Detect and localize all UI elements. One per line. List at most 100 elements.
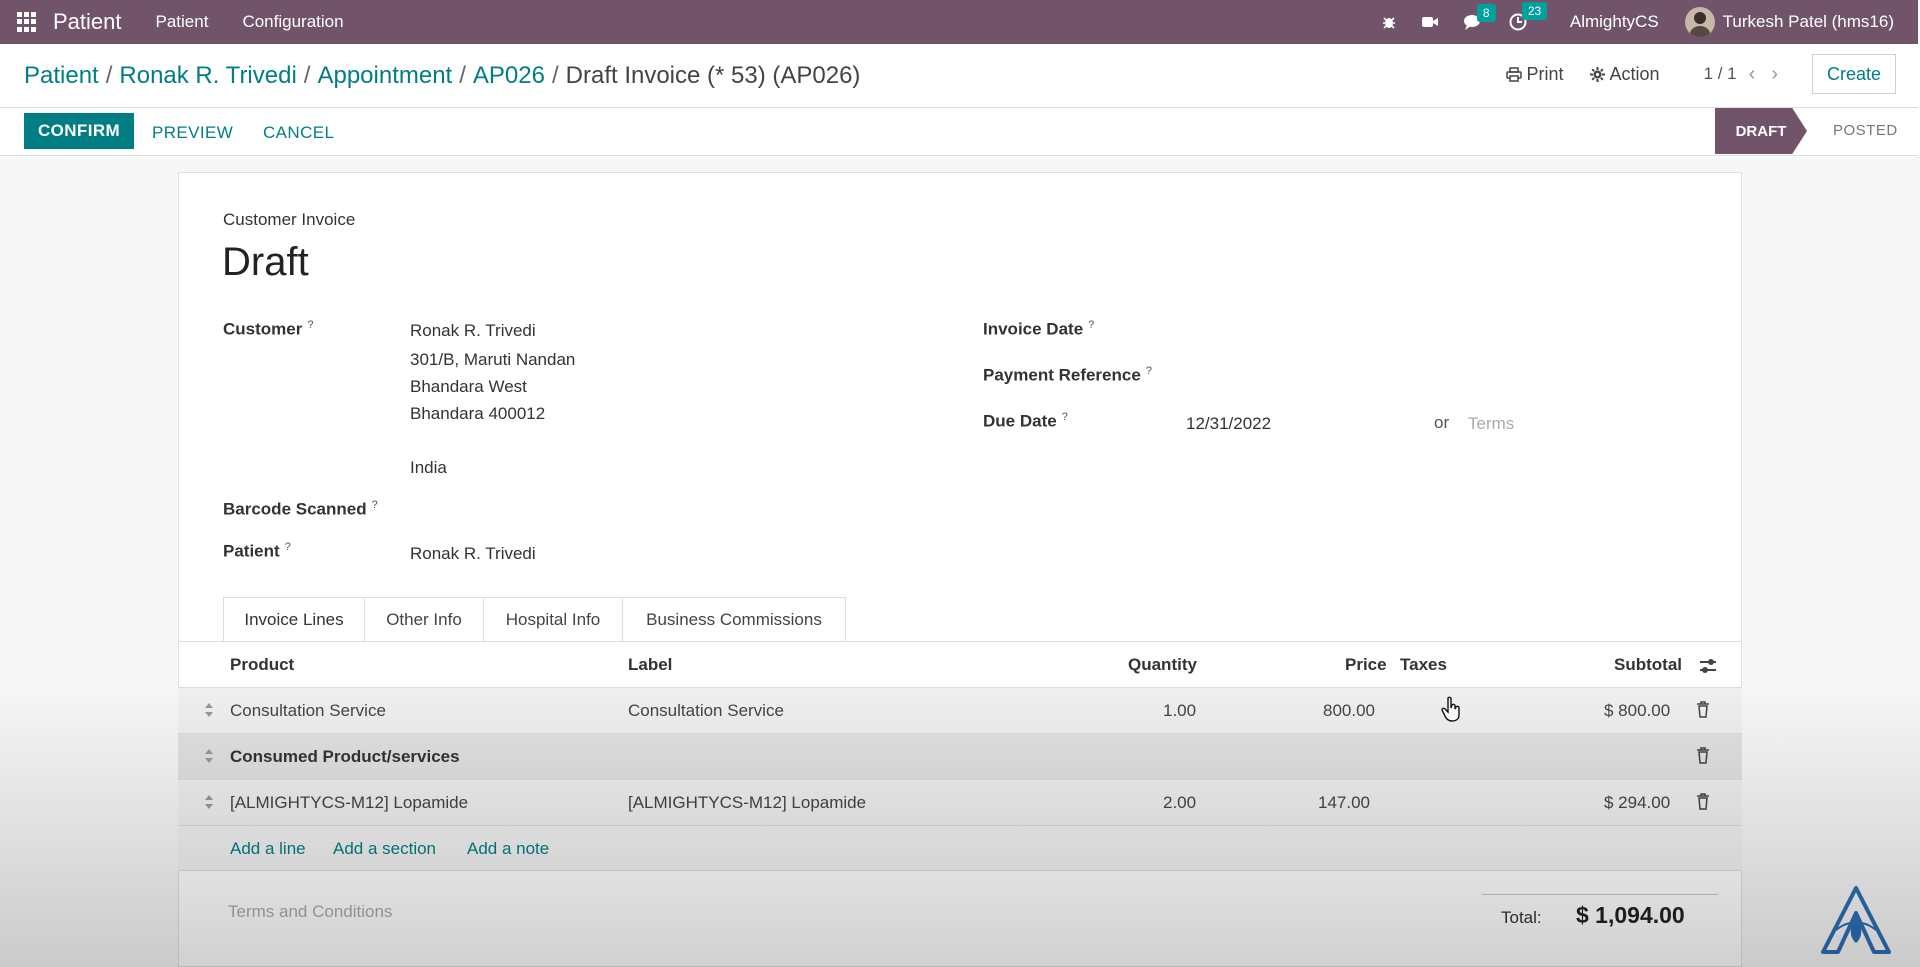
column-label[interactable]: Label bbox=[628, 655, 672, 675]
user-menu[interactable]: Turkesh Patel (hms16) bbox=[1723, 12, 1894, 32]
breadcrumb-appointment[interactable]: Appointment bbox=[317, 62, 452, 89]
messages-icon[interactable]: 8 bbox=[1463, 3, 1496, 31]
table-row[interactable]: [ALMIGHTYCS-M12] Lopamide [ALMIGHTYCS-M1… bbox=[178, 779, 1742, 825]
gear-icon bbox=[1589, 66, 1605, 82]
customer-name[interactable]: Ronak R. Trivedi bbox=[410, 321, 536, 341]
table-section-row[interactable]: Consumed Product/services bbox=[178, 733, 1742, 779]
payment-terms-field[interactable]: Terms bbox=[1468, 414, 1514, 434]
drag-handle-icon[interactable] bbox=[204, 747, 214, 765]
cancel-button[interactable]: CANCEL bbox=[263, 123, 334, 143]
notebook-tabs: Invoice Lines Other Info Hospital Info B… bbox=[223, 597, 846, 642]
section-title: Consumed Product/services bbox=[230, 747, 460, 766]
row-quantity: 1.00 bbox=[1163, 701, 1197, 720]
invoice-date-label-text: Invoice Date bbox=[983, 319, 1084, 339]
customer-label: Customer? bbox=[223, 319, 313, 340]
printer-icon bbox=[1505, 66, 1522, 82]
chevron-left-icon[interactable]: ‹ bbox=[1749, 63, 1756, 86]
invoice-state-title: Draft bbox=[222, 240, 309, 284]
apps-grid-icon[interactable] bbox=[17, 12, 37, 32]
help-icon[interactable]: ? bbox=[1146, 365, 1152, 377]
debug-icon[interactable] bbox=[1381, 14, 1397, 30]
patient-label-text: Patient bbox=[223, 541, 280, 561]
add-section-link[interactable]: Add a section bbox=[333, 839, 436, 859]
tab-hospital-info[interactable]: Hospital Info bbox=[483, 597, 623, 642]
tab-business-commissions[interactable]: Business Commissions bbox=[622, 597, 846, 642]
video-icon[interactable] bbox=[1421, 15, 1439, 29]
breadcrumb-appointment-record[interactable]: AP026 bbox=[473, 62, 545, 89]
menu-configuration[interactable]: Configuration bbox=[242, 12, 343, 32]
help-icon[interactable]: ? bbox=[372, 499, 378, 511]
user-avatar[interactable] bbox=[1684, 7, 1715, 37]
breadcrumb: Patient / Ronak R. Trivedi / Appointment / AP0… bbox=[24, 62, 860, 90]
status-posted[interactable]: POSTED bbox=[1833, 122, 1898, 139]
row-product: Consultation Service bbox=[230, 701, 386, 720]
help-icon[interactable]: ? bbox=[1062, 411, 1068, 423]
breadcrumb-patient-record[interactable]: Ronak R. Trivedi bbox=[119, 62, 296, 89]
action-button[interactable]: Action bbox=[1589, 64, 1660, 85]
breadcrumb-current: Draft Invoice (* 53) (AP026) bbox=[565, 62, 861, 89]
trash-icon[interactable] bbox=[1696, 747, 1710, 764]
breadcrumb-separator: / bbox=[551, 62, 559, 89]
patient-label: Patient? bbox=[223, 541, 291, 562]
column-subtotal[interactable]: Subtotal bbox=[1614, 655, 1682, 675]
chevron-right-icon[interactable]: › bbox=[1771, 63, 1778, 86]
column-product[interactable]: Product bbox=[230, 655, 294, 675]
drag-handle-icon[interactable] bbox=[204, 701, 214, 719]
terms-conditions-field[interactable]: Terms and Conditions bbox=[228, 902, 392, 922]
print-button[interactable]: Print bbox=[1505, 64, 1564, 85]
add-line-link[interactable]: Add a line bbox=[230, 839, 306, 859]
help-icon[interactable]: ? bbox=[307, 319, 313, 331]
customer-address-line: 301/B, Maruti Nandan bbox=[410, 350, 576, 369]
create-button[interactable]: Create bbox=[1812, 54, 1896, 94]
row-label: Consultation Service bbox=[628, 701, 784, 720]
tab-invoice-lines[interactable]: Invoice Lines bbox=[223, 597, 365, 642]
due-date-label: Due Date? bbox=[983, 411, 1068, 432]
optional-columns-icon[interactable] bbox=[1699, 658, 1717, 674]
row-price: 800.00 bbox=[1323, 701, 1375, 720]
trash-icon[interactable] bbox=[1696, 793, 1710, 810]
preview-button[interactable]: PREVIEW bbox=[152, 123, 233, 143]
due-date-label-text: Due Date bbox=[983, 411, 1057, 431]
table-row[interactable]: Consultation Service Consultation Servic… bbox=[178, 687, 1742, 733]
row-subtotal: $ 294.00 bbox=[1604, 793, 1671, 812]
barcode-label-text: Barcode Scanned bbox=[223, 499, 367, 519]
help-icon[interactable]: ? bbox=[1088, 319, 1094, 331]
drag-handle-icon[interactable] bbox=[204, 793, 214, 811]
total-label: Total: bbox=[1501, 908, 1542, 927]
row-product: [ALMIGHTYCS-M12] Lopamide bbox=[230, 793, 469, 812]
tab-divider bbox=[178, 641, 1742, 642]
column-price[interactable]: Price bbox=[1345, 655, 1387, 675]
due-date-field[interactable]: 12/31/2022 bbox=[1186, 414, 1271, 434]
or-separator: or bbox=[1434, 413, 1450, 432]
control-actions: Print Action 1 / 1 ‹ › Create bbox=[1505, 54, 1896, 94]
tab-other-info[interactable]: Other Info bbox=[364, 597, 484, 642]
activities-icon[interactable]: 23 bbox=[1508, 2, 1548, 32]
confirm-button[interactable]: CONFIRM bbox=[24, 113, 134, 149]
menu-patient[interactable]: Patient bbox=[156, 12, 209, 32]
payment-reference-label: Payment Reference? bbox=[983, 365, 1152, 386]
barcode-label: Barcode Scanned? bbox=[223, 499, 378, 520]
help-icon[interactable]: ? bbox=[285, 541, 291, 553]
pager-value[interactable]: 1 / 1 bbox=[1704, 64, 1737, 84]
breadcrumb-separator: / bbox=[459, 62, 466, 89]
top-navbar: Patient Patient Configuration 8 23 Almig… bbox=[0, 0, 1918, 44]
column-taxes[interactable]: Taxes bbox=[1400, 655, 1447, 675]
row-label: [ALMIGHTYCS-M12] Lopamide bbox=[628, 793, 867, 812]
patient-field[interactable]: Ronak R. Trivedi bbox=[410, 544, 536, 564]
company-switcher[interactable]: AlmightyCS bbox=[1570, 12, 1659, 32]
messages-count-badge: 8 bbox=[1476, 3, 1496, 22]
add-note-link[interactable]: Add a note bbox=[467, 839, 549, 859]
status-draft[interactable]: DRAFT bbox=[1715, 108, 1807, 154]
add-actions-row: Add a line Add a section Add a note bbox=[178, 825, 1742, 871]
activities-count-badge: 23 bbox=[1521, 2, 1548, 20]
app-window: Patient Patient Configuration 8 23 Almig… bbox=[0, 0, 1920, 967]
status-bar: CONFIRM PREVIEW CANCEL DRAFT POSTED bbox=[0, 108, 1918, 156]
payment-reference-label-text: Payment Reference bbox=[983, 365, 1141, 385]
total-divider bbox=[1482, 894, 1718, 895]
column-quantity[interactable]: Quantity bbox=[1128, 655, 1197, 675]
trash-icon[interactable] bbox=[1696, 701, 1710, 718]
row-quantity: 2.00 bbox=[1163, 793, 1197, 812]
app-brand[interactable]: Patient bbox=[53, 9, 122, 35]
invoice-date-label: Invoice Date? bbox=[983, 319, 1094, 340]
breadcrumb-patient[interactable]: Patient bbox=[24, 62, 99, 89]
